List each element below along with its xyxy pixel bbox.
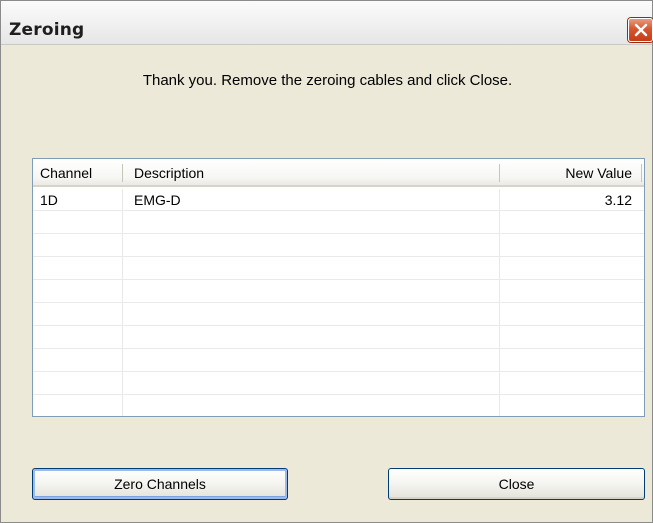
empty-row xyxy=(33,281,644,303)
empty-row xyxy=(33,327,644,349)
column-header-description[interactable]: Description xyxy=(134,159,204,185)
close-button[interactable]: Close xyxy=(388,468,645,500)
list-header: Channel Description New Value xyxy=(33,159,644,187)
empty-row xyxy=(33,373,644,395)
empty-row xyxy=(33,235,644,257)
column-header-channel[interactable]: Channel xyxy=(40,159,92,185)
empty-row xyxy=(33,396,644,416)
cell-description: EMG-D xyxy=(134,192,181,208)
column-separator[interactable] xyxy=(641,164,642,182)
close-icon xyxy=(633,22,649,38)
zero-channels-button[interactable]: Zero Channels xyxy=(32,468,288,500)
channel-list[interactable]: Channel Description New Value 1D EMG-D 3… xyxy=(32,158,645,417)
empty-row xyxy=(33,350,644,372)
empty-row xyxy=(33,304,644,326)
column-header-new-value[interactable]: New Value xyxy=(565,159,632,185)
title-bar[interactable]: Zeroing xyxy=(1,1,653,45)
column-separator[interactable] xyxy=(499,164,500,182)
table-row[interactable]: 1D EMG-D 3.12 xyxy=(33,189,644,211)
cell-channel: 1D xyxy=(40,192,58,208)
cell-new-value: 3.12 xyxy=(604,192,632,208)
zeroing-dialog: Zeroing Thank you. Remove the zeroing ca… xyxy=(0,0,653,523)
empty-row xyxy=(33,212,644,234)
instruction-message: Thank you. Remove the zeroing cables and… xyxy=(142,72,513,89)
empty-row xyxy=(33,258,644,280)
window-title: Zeroing xyxy=(9,20,85,40)
column-separator[interactable] xyxy=(122,164,123,182)
window-close-button[interactable] xyxy=(628,18,653,42)
